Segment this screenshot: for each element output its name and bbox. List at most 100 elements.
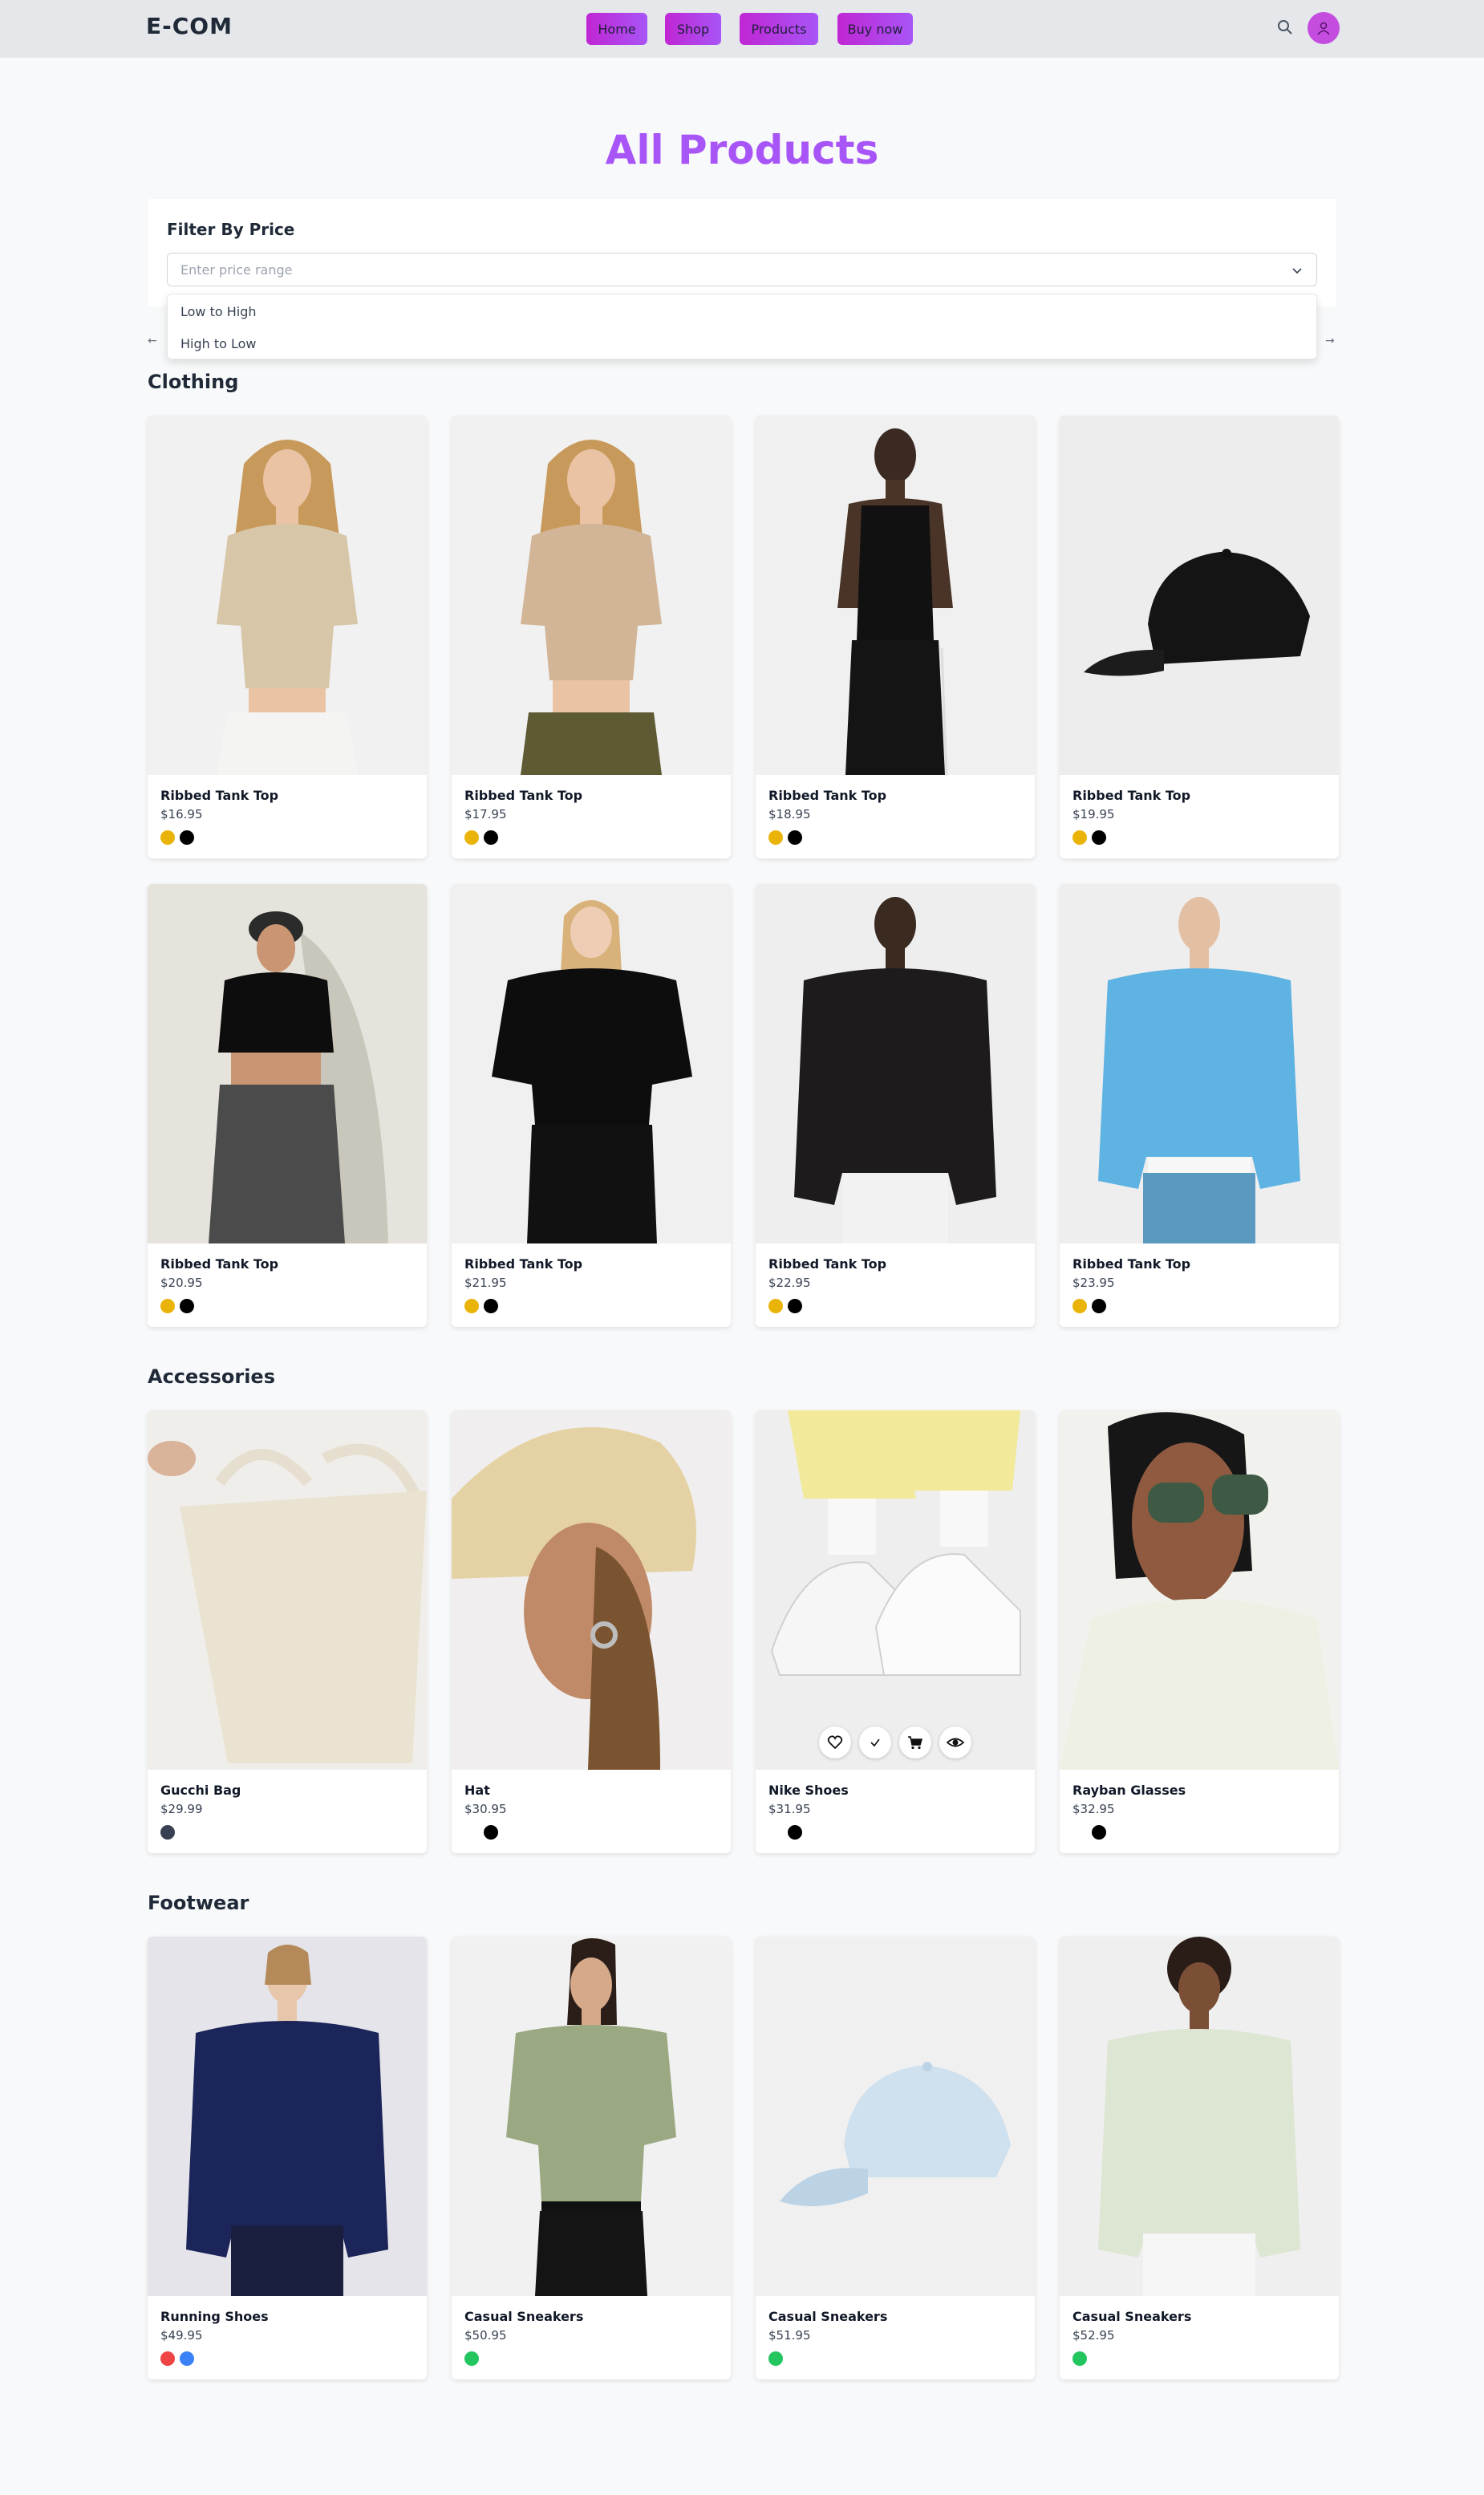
product-card[interactable]: Ribbed Tank Top $19.95 xyxy=(1060,416,1339,858)
color-swatch-black[interactable] xyxy=(1092,1825,1106,1840)
add-to-cart-button[interactable] xyxy=(899,1726,931,1759)
product-image[interactable] xyxy=(148,416,427,775)
product-image[interactable] xyxy=(756,1937,1035,2296)
chevron-down-icon[interactable] xyxy=(1291,265,1303,276)
product-image[interactable] xyxy=(452,1410,731,1770)
product-image[interactable] xyxy=(148,1410,427,1770)
price-range-input[interactable] xyxy=(167,253,1317,286)
product-card[interactable]: Casual Sneakers $51.95 xyxy=(756,1937,1035,2379)
product-card[interactable]: Rayban Glasses $32.95 xyxy=(1060,1410,1339,1853)
product-price: $51.95 xyxy=(768,2328,811,2343)
product-price: $16.95 xyxy=(160,807,203,822)
product-name[interactable]: Nike Shoes xyxy=(768,1783,849,1798)
product-card[interactable]: Hat $30.95 xyxy=(452,1410,731,1853)
product-card[interactable]: Casual Sneakers $50.95 xyxy=(452,1937,731,2379)
color-swatches xyxy=(464,1299,498,1313)
scroll-right-arrow[interactable]: → xyxy=(1325,335,1335,347)
product-card[interactable]: Gucchi Bag $29.99 xyxy=(148,1410,427,1853)
product-name[interactable]: Ribbed Tank Top xyxy=(1072,788,1190,803)
product-price: $52.95 xyxy=(1072,2328,1115,2343)
product-image[interactable] xyxy=(756,416,1035,775)
color-swatch-black[interactable] xyxy=(788,1825,802,1840)
product-name[interactable]: Casual Sneakers xyxy=(768,2309,887,2324)
product-name[interactable]: Ribbed Tank Top xyxy=(464,788,582,803)
color-swatches xyxy=(160,830,194,845)
product-name[interactable]: Ribbed Tank Top xyxy=(768,1256,886,1272)
nav-buy-now-button[interactable]: Buy now xyxy=(837,13,913,45)
dropdown-option-low-to-high[interactable]: Low to High xyxy=(180,304,257,319)
color-swatch-yellow[interactable] xyxy=(464,830,479,845)
product-image[interactable] xyxy=(1060,1937,1339,2296)
product-card[interactable]: Ribbed Tank Top $16.95 xyxy=(148,416,427,858)
color-swatch-yellow[interactable] xyxy=(1072,830,1087,845)
product-card[interactable]: Ribbed Tank Top $23.95 xyxy=(1060,884,1339,1327)
color-swatch-black[interactable] xyxy=(484,1299,498,1313)
color-swatch-yellow[interactable] xyxy=(1072,1299,1087,1313)
product-card[interactable]: Ribbed Tank Top $21.95 xyxy=(452,884,731,1327)
color-swatch-yellow[interactable] xyxy=(768,830,783,845)
color-swatch-black[interactable] xyxy=(788,830,802,845)
user-avatar[interactable] xyxy=(1308,12,1340,44)
color-swatch-yellow[interactable] xyxy=(160,1299,175,1313)
product-name[interactable]: Ribbed Tank Top xyxy=(464,1256,582,1272)
product-name[interactable]: Gucchi Bag xyxy=(160,1783,241,1798)
color-swatch-green[interactable] xyxy=(768,2351,783,2366)
color-swatch-black[interactable] xyxy=(484,830,498,845)
product-image[interactable] xyxy=(756,884,1035,1243)
product-card[interactable]: Ribbed Tank Top $17.95 xyxy=(452,416,731,858)
color-swatch-black[interactable] xyxy=(1092,1299,1106,1313)
color-swatches xyxy=(1072,830,1106,845)
nav-shop-button[interactable]: Shop xyxy=(665,13,721,45)
compare-button[interactable] xyxy=(859,1726,891,1759)
product-image[interactable] xyxy=(756,1410,1035,1770)
product-price: $50.95 xyxy=(464,2328,507,2343)
color-swatch-black[interactable] xyxy=(180,830,194,845)
product-name[interactable]: Hat xyxy=(464,1783,490,1798)
color-swatches xyxy=(464,2351,479,2366)
eye-icon xyxy=(947,1738,964,1747)
color-swatch-yellow[interactable] xyxy=(160,830,175,845)
product-image[interactable] xyxy=(1060,416,1339,775)
nav-home-button[interactable]: Home xyxy=(586,13,647,45)
product-card[interactable]: Ribbed Tank Top $18.95 xyxy=(756,416,1035,858)
quick-view-button[interactable] xyxy=(939,1726,971,1759)
product-image[interactable] xyxy=(1060,884,1339,1243)
color-swatch-yellow[interactable] xyxy=(464,1299,479,1313)
nav-products-button[interactable]: Products xyxy=(740,13,818,45)
product-image[interactable] xyxy=(452,884,731,1243)
color-swatch-black[interactable] xyxy=(1092,830,1106,845)
product-name[interactable]: Ribbed Tank Top xyxy=(1072,1256,1190,1272)
color-swatch-black[interactable] xyxy=(484,1825,498,1840)
product-card[interactable]: Nike Shoes $31.95 xyxy=(756,1410,1035,1853)
product-price: $21.95 xyxy=(464,1276,507,1290)
product-image[interactable] xyxy=(148,884,427,1243)
color-swatch-blue[interactable] xyxy=(180,2351,194,2366)
product-image[interactable] xyxy=(1060,1410,1339,1770)
product-image[interactable] xyxy=(452,1937,731,2296)
color-swatch-yellow[interactable] xyxy=(768,1299,783,1313)
color-swatch-red[interactable] xyxy=(160,2351,175,2366)
product-name[interactable]: Casual Sneakers xyxy=(1072,2309,1191,2324)
dropdown-option-high-to-low[interactable]: High to Low xyxy=(180,336,257,351)
product-name[interactable]: Ribbed Tank Top xyxy=(768,788,886,803)
product-name[interactable]: Ribbed Tank Top xyxy=(160,1256,278,1272)
color-swatch-black[interactable] xyxy=(788,1299,802,1313)
product-card[interactable]: Running Shoes $49.95 xyxy=(148,1937,427,2379)
product-name[interactable]: Running Shoes xyxy=(160,2309,269,2324)
product-name[interactable]: Ribbed Tank Top xyxy=(160,788,278,803)
scroll-left-arrow[interactable]: ← xyxy=(148,335,157,347)
color-swatch-green[interactable] xyxy=(464,2351,479,2366)
color-swatch-green[interactable] xyxy=(1072,2351,1087,2366)
product-card[interactable]: Ribbed Tank Top $22.95 xyxy=(756,884,1035,1327)
color-swatch-gray[interactable] xyxy=(160,1825,175,1840)
product-image[interactable] xyxy=(452,416,731,775)
product-name[interactable]: Rayban Glasses xyxy=(1072,1783,1186,1798)
product-card[interactable]: Casual Sneakers $52.95 xyxy=(1060,1937,1339,2379)
search-icon[interactable] xyxy=(1277,19,1293,35)
product-name[interactable]: Casual Sneakers xyxy=(464,2309,583,2324)
color-swatch-black[interactable] xyxy=(180,1299,194,1313)
logo[interactable]: E-COM xyxy=(146,13,233,39)
wishlist-button[interactable] xyxy=(819,1726,851,1759)
product-card[interactable]: Ribbed Tank Top $20.95 xyxy=(148,884,427,1327)
product-image[interactable] xyxy=(148,1937,427,2296)
